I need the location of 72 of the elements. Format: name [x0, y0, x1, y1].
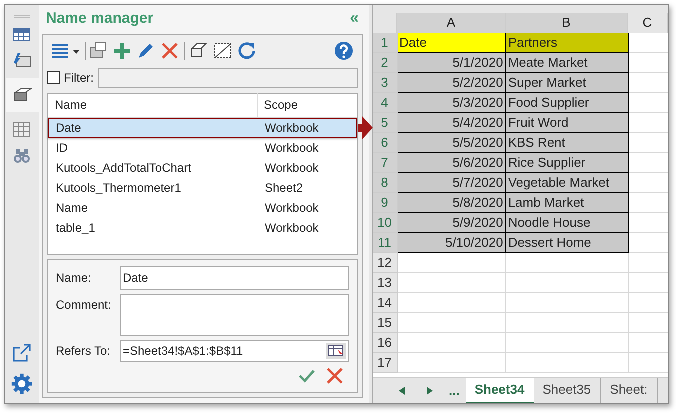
sheet-cell: Fruit Word — [506, 113, 629, 133]
row-number[interactable]: 16 — [373, 333, 398, 353]
sheet-cell: Lamb Market — [506, 193, 629, 213]
row-number[interactable]: 12 — [373, 253, 398, 273]
scope-cell-text: Workbook — [264, 220, 320, 237]
name-cell-text: Date — [55, 120, 82, 137]
name-row[interactable]: table_1 Workbook — [48, 218, 357, 238]
sheet-cell: 5/8/2020 — [398, 193, 506, 213]
row-number[interactable]: 8 — [373, 173, 398, 193]
panel-title: Name manager — [46, 9, 154, 30]
sheet-cell: Super Market — [506, 73, 629, 93]
name-row[interactable]: Date Workbook — [48, 118, 357, 138]
sheet-cell: Vegetable Market — [506, 173, 629, 193]
sheet-cell: 5/3/2020 — [398, 93, 506, 113]
sheet-cell: 5/5/2020 — [398, 133, 506, 153]
name-cell-text: ID — [55, 140, 69, 157]
sheet-cell: 5/4/2020 — [398, 113, 506, 133]
sheet-cell: Meate Market — [506, 53, 629, 73]
row-number[interactable]: 15 — [373, 313, 398, 333]
column-header[interactable]: B — [506, 13, 628, 33]
name-row[interactable]: Kutools_Thermometer1 Sheet2 — [48, 178, 357, 198]
sheet-tab[interactable]: Sheet: — [601, 378, 658, 403]
row-number[interactable]: 17 — [373, 353, 398, 373]
scope-cell-text: Workbook — [264, 120, 320, 137]
scope-cell-text: Workbook — [264, 160, 320, 177]
sheet-cell: 5/6/2020 — [398, 153, 506, 173]
name-cell-text: table_1 — [55, 220, 96, 237]
column-header[interactable]: Scope — [258, 96, 304, 114]
sheet-cell: Food Supplier — [506, 93, 629, 113]
row-number[interactable]: 5 — [373, 113, 398, 133]
comment-label: Comment: — [56, 296, 112, 314]
sheet-tab[interactable]: Sheet35 — [534, 378, 602, 403]
column-header[interactable]: Name — [48, 93, 258, 118]
name-row[interactable]: ID Workbook — [48, 138, 357, 158]
name-cell-text: Kutools_AddTotalToChart — [55, 160, 192, 177]
refers-to-value: =Sheet34!$A$1:$B$11 — [123, 342, 244, 360]
sheet-cell: Rice Supplier — [506, 153, 629, 173]
row-number[interactable]: 13 — [373, 273, 398, 293]
row-number[interactable]: 6 — [373, 133, 398, 153]
sheet-cell: Noodle House — [506, 213, 629, 233]
filter-label: Filter: — [64, 70, 94, 87]
row-number[interactable]: 1 — [373, 33, 398, 53]
row-number[interactable]: 2 — [373, 53, 398, 73]
sheet-cell: Partners — [506, 33, 629, 53]
sheet-cell: 5/1/2020 — [398, 53, 506, 73]
name-row[interactable]: Name Workbook — [48, 198, 357, 218]
sheet-cell: 5/10/2020 — [398, 233, 506, 253]
more-sheets-button[interactable]: ... — [449, 380, 460, 400]
sheet-cell: 5/7/2020 — [398, 173, 506, 193]
name-cell-text: Name — [55, 200, 90, 217]
name-cell-text: Kutools_Thermometer1 — [55, 180, 182, 197]
scope-cell-text: Sheet2 — [264, 180, 304, 197]
row-number[interactable]: 10 — [373, 213, 398, 233]
sheet-cell: 5/2/2020 — [398, 73, 506, 93]
row-number[interactable]: 9 — [373, 193, 398, 213]
row-number[interactable]: 4 — [373, 93, 398, 113]
refers-to-label: Refers To: — [56, 342, 112, 360]
scope-cell-text: Workbook — [264, 200, 320, 217]
sheet-cell: Date — [398, 33, 506, 53]
sheet-cell: Dessert Home — [506, 233, 629, 253]
name-field[interactable]: Date — [120, 266, 349, 290]
sheet-tab[interactable]: Sheet34 — [466, 378, 534, 403]
sheet-cell: 5/9/2020 — [398, 213, 506, 233]
sheet-cell: KBS Rent — [506, 133, 629, 153]
row-number[interactable]: 11 — [373, 233, 398, 253]
row-number[interactable]: 14 — [373, 293, 398, 313]
row-number[interactable]: 7 — [373, 153, 398, 173]
row-number[interactable]: 3 — [373, 73, 398, 93]
name-row[interactable]: Kutools_AddTotalToChart Workbook — [48, 158, 357, 178]
name-label: Name: — [56, 270, 92, 287]
column-header[interactable]: A — [397, 13, 506, 33]
scope-cell-text: Workbook — [264, 140, 320, 157]
